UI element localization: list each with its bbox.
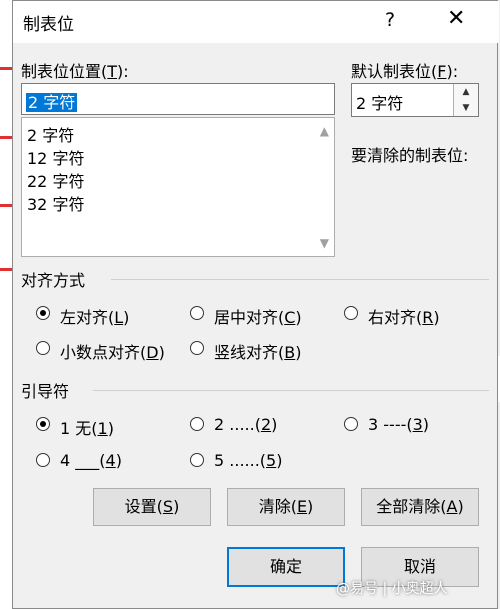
alignment-group-label: 对齐方式 bbox=[21, 271, 86, 290]
radio-button[interactable] bbox=[36, 306, 50, 320]
radio-button[interactable] bbox=[36, 417, 50, 431]
radio-button[interactable] bbox=[36, 453, 50, 467]
list-item[interactable]: 2 字符 bbox=[27, 122, 74, 146]
close-icon[interactable]: ✕ bbox=[447, 6, 465, 31]
spin-up-icon[interactable]: ▲ bbox=[453, 84, 478, 100]
tabs-to-clear-label: 要清除的制表位: bbox=[351, 146, 469, 165]
tab-position-label: 制表位位置(T): bbox=[21, 62, 129, 81]
list-item[interactable]: 12 字符 bbox=[27, 145, 84, 169]
default-tab-stepper[interactable]: 2 字符 ▲ ▼ bbox=[351, 83, 479, 117]
radio-button[interactable] bbox=[36, 341, 50, 355]
clear-all-button[interactable]: 全部清除(A) bbox=[361, 488, 479, 526]
radio-button[interactable] bbox=[190, 453, 204, 467]
list-item[interactable]: 22 字符 bbox=[27, 168, 84, 192]
spin-down-icon[interactable]: ▼ bbox=[453, 100, 478, 116]
default-tab-label: 默认制表位(F): bbox=[351, 62, 459, 81]
radio-button[interactable] bbox=[190, 306, 204, 320]
tab-position-value: 2 字符 bbox=[26, 93, 78, 112]
default-tab-value: 2 字符 bbox=[356, 94, 404, 113]
radio-button[interactable] bbox=[190, 341, 204, 355]
radio-dot bbox=[40, 421, 46, 427]
help-icon[interactable]: ? bbox=[385, 9, 395, 31]
list-item[interactable]: 32 字符 bbox=[27, 191, 84, 215]
group-divider bbox=[93, 390, 489, 391]
tab-position-list[interactable]: 2 字符 12 字符 22 字符 32 字符 ▲ ▼ bbox=[21, 117, 335, 257]
scroll-up-icon[interactable]: ▲ bbox=[320, 124, 329, 138]
dialog-title: 制表位 bbox=[23, 15, 74, 35]
clear-button[interactable]: 清除(E) bbox=[227, 488, 345, 526]
watermark: @易号 | 小奥超人 bbox=[336, 581, 448, 597]
tab-position-input[interactable]: 2 字符 bbox=[21, 83, 335, 115]
radio-dot bbox=[40, 310, 46, 316]
set-button[interactable]: 设置(S) bbox=[93, 488, 211, 526]
leader-group-label: 引导符 bbox=[21, 382, 70, 401]
radio-button[interactable] bbox=[190, 417, 204, 431]
ok-button[interactable]: 确定 bbox=[227, 547, 345, 587]
scroll-down-icon[interactable]: ▼ bbox=[320, 236, 329, 250]
title-bar: 制表位 ? ✕ bbox=[13, 1, 499, 43]
tabs-dialog: 制表位 ? ✕ 制表位位置(T): 2 字符 2 字符 12 字符 22 字符 … bbox=[12, 0, 499, 609]
group-divider bbox=[111, 279, 489, 280]
radio-button[interactable] bbox=[344, 417, 358, 431]
radio-button[interactable] bbox=[344, 306, 358, 320]
